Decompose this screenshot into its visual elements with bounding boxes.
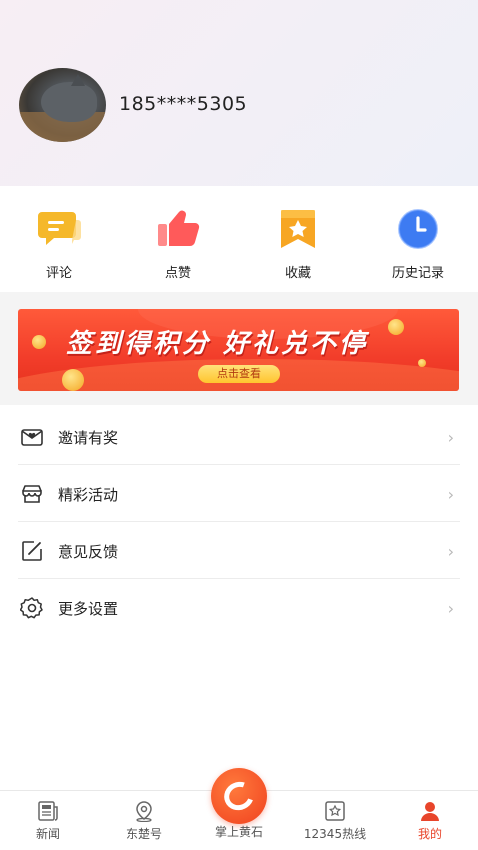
- checkin-banner[interactable]: 签到得积分 好礼兑不停 点击查看: [18, 309, 459, 391]
- menu-item-label: 意见反馈: [58, 543, 119, 561]
- tab-label[interactable]: 掌上黄石: [193, 823, 285, 840]
- gear-icon: [20, 597, 43, 619]
- bookmark-star-icon: [275, 208, 321, 250]
- avatar-cat-image: [41, 82, 97, 122]
- banner-title: 签到得积分 好礼兑不停: [66, 329, 369, 359]
- quick-action-label: 点赞: [164, 266, 191, 281]
- tab-label: 东楚号: [125, 827, 162, 841]
- avatar[interactable]: [19, 68, 106, 142]
- tab-label: 我的: [417, 827, 442, 841]
- tab-label: 12345热线: [303, 827, 367, 841]
- hotline-icon: [324, 800, 346, 822]
- menu-item-feedback[interactable]: 意见反馈 ›: [18, 522, 460, 579]
- menu-item-label: 邀请有奖: [58, 429, 119, 447]
- menu-item-activities[interactable]: 精彩活动 ›: [18, 465, 460, 522]
- location-pin-icon: [133, 800, 155, 823]
- tab-mine[interactable]: 我的: [382, 791, 478, 850]
- quick-action-label: 收藏: [284, 266, 311, 281]
- menu-item-label: 更多设置: [58, 600, 119, 618]
- coin-decoration: [62, 369, 84, 391]
- chevron-right-icon: ›: [447, 485, 454, 504]
- comment-bubble-icon: [36, 208, 82, 250]
- banner-view-button[interactable]: 点击查看: [198, 365, 280, 383]
- quick-action-history[interactable]: 历史记录: [378, 208, 458, 281]
- quick-action-label: 评论: [45, 266, 72, 281]
- quick-action-favorite[interactable]: 收藏: [258, 208, 338, 281]
- user-phone-number[interactable]: 185****5305: [119, 93, 247, 115]
- tab-news[interactable]: 新闻: [0, 791, 96, 850]
- tab-label: 新闻: [35, 827, 60, 841]
- quick-action-label: 历史记录: [391, 266, 444, 281]
- menu-item-label: 精彩活动: [58, 486, 119, 504]
- chevron-right-icon: ›: [447, 428, 454, 447]
- tab-hotline[interactable]: 12345热线: [287, 791, 383, 850]
- quick-actions: 评论 点赞 收藏 历史记录: [0, 186, 478, 292]
- coin-decoration: [32, 335, 46, 349]
- quick-action-comment[interactable]: 评论: [19, 208, 99, 281]
- coin-decoration: [418, 359, 426, 367]
- store-icon: [22, 485, 42, 503]
- avatar-cat-ear: [71, 74, 85, 86]
- coin-decoration: [388, 319, 404, 335]
- clock-icon: [395, 208, 441, 250]
- banner-section: 签到得积分 好礼兑不停 点击查看: [0, 292, 478, 405]
- menu-item-invite[interactable]: 邀请有奖 ›: [18, 408, 460, 465]
- user-icon: [419, 800, 441, 822]
- chevron-right-icon: ›: [447, 542, 454, 561]
- quick-action-like[interactable]: 点赞: [138, 208, 218, 281]
- edit-icon: [22, 541, 42, 561]
- menu-item-settings[interactable]: 更多设置 ›: [18, 579, 460, 636]
- news-icon: [37, 800, 59, 822]
- app-logo-icon[interactable]: [211, 768, 267, 824]
- thumbs-up-icon: [155, 208, 201, 250]
- settings-menu: 邀请有奖 › 精彩活动 › 意见反馈 › 更多设置 ›: [0, 408, 478, 636]
- envelope-icon: [21, 429, 43, 446]
- profile-header: 185****5305: [0, 0, 478, 186]
- app-logo-glyph: [219, 776, 259, 816]
- chevron-right-icon: ›: [447, 599, 454, 618]
- tab-dongchu[interactable]: 东楚号: [96, 791, 192, 850]
